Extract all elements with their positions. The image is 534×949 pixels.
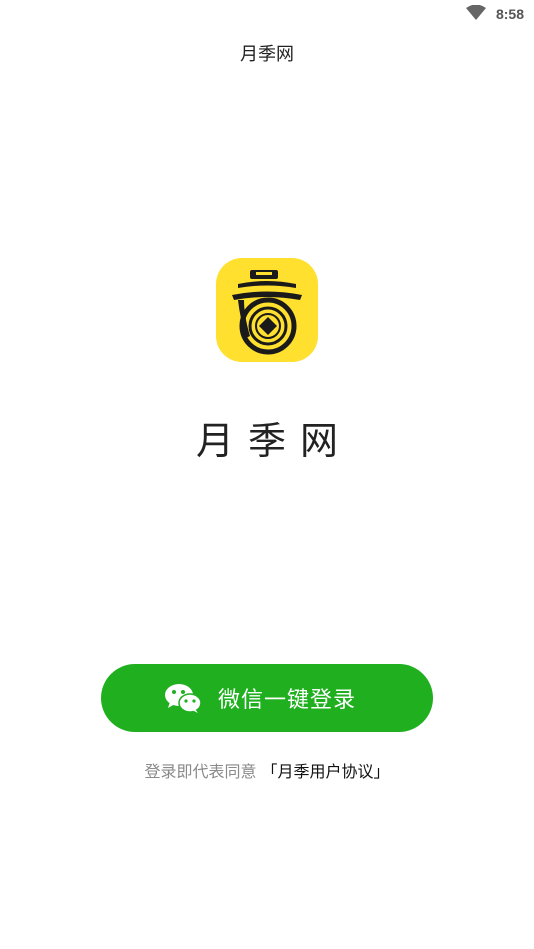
app-logo-icon — [216, 258, 318, 362]
status-bar: 8:58 — [0, 0, 534, 30]
agreement-prefix: 登录即代表同意 — [144, 762, 257, 781]
status-time: 8:58 — [495, 6, 524, 22]
page-title: 月季网 — [240, 44, 294, 65]
app-name: 月季网 — [195, 419, 352, 463]
wechat-login-button[interactable]: 微信一键登录 — [101, 664, 433, 732]
wechat-icon — [164, 684, 202, 713]
wifi-icon — [466, 5, 486, 20]
agreement-text: 登录即代表同意 「月季用户协议」 — [0, 758, 534, 782]
user-agreement-link[interactable]: 「月季用户协议」 — [262, 762, 390, 781]
wechat-login-label: 微信一键登录 — [217, 688, 356, 713]
